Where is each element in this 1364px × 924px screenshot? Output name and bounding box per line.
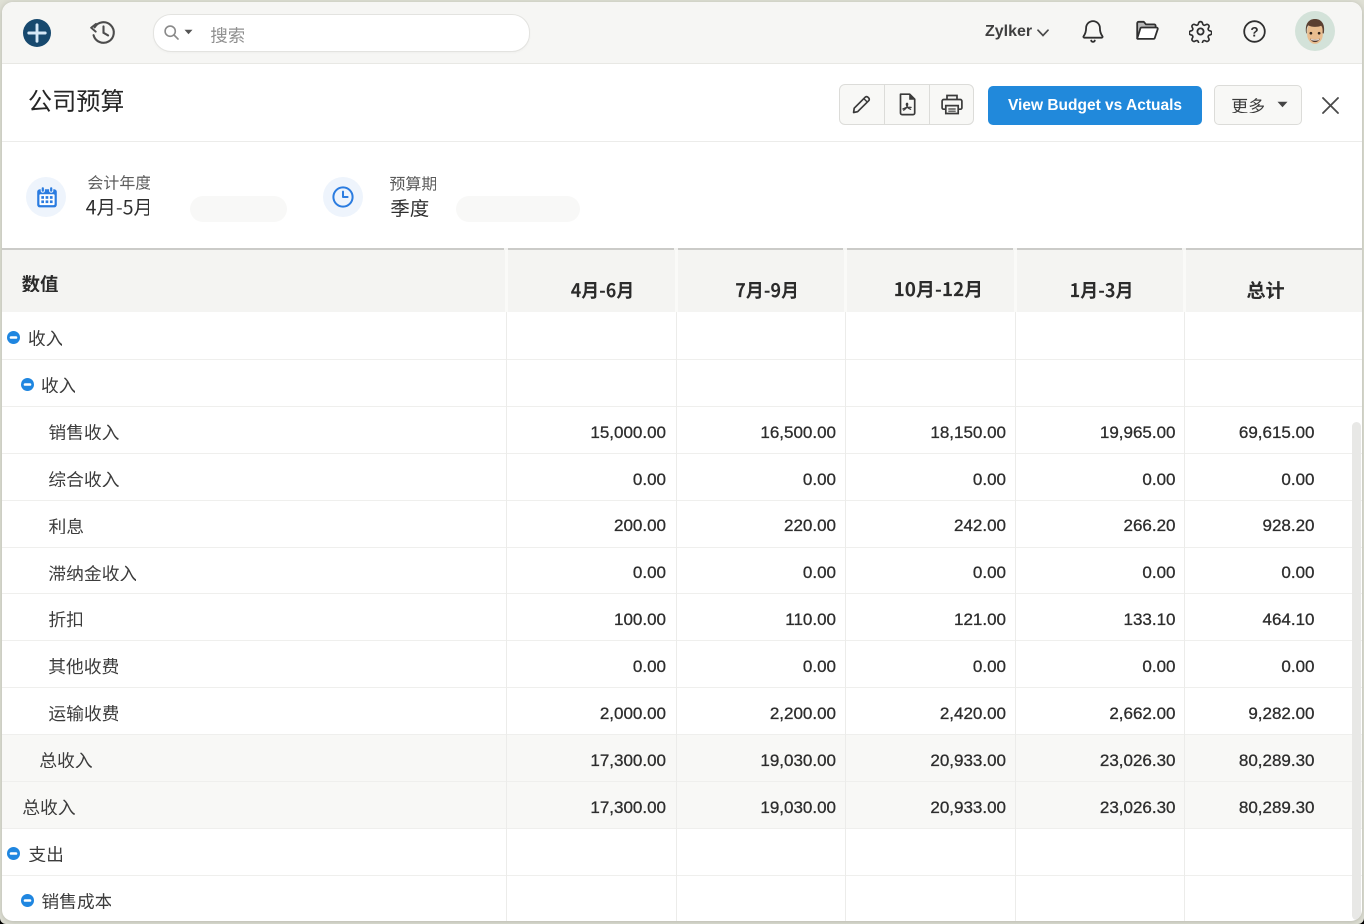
svg-text:?: ? [1250,24,1258,39]
